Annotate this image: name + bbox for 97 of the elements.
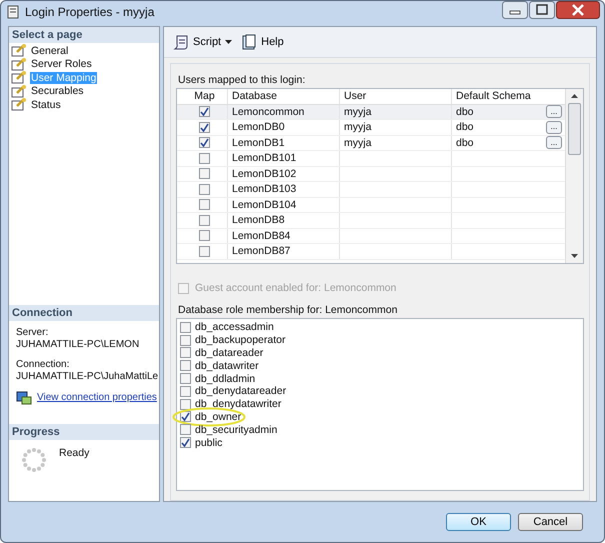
guest-label: Guest account enabled for: Lemoncommon — [195, 282, 396, 294]
role-label: db_denydatareader — [195, 385, 286, 398]
column-header[interactable]: User — [339, 89, 451, 104]
window-icon — [7, 4, 19, 18]
server-label: Server: — [16, 326, 50, 339]
database-cell: LemonDB102 — [232, 168, 296, 180]
wrench-page-icon — [11, 71, 27, 84]
wrench-page-icon — [11, 98, 27, 112]
connection-properties-link[interactable]: View connection properties — [37, 392, 157, 404]
database-cell: LemonDB103 — [232, 183, 296, 196]
section-header: Connection — [9, 304, 159, 321]
page-item[interactable]: Securables — [30, 85, 85, 98]
role-label: db_ddladmin — [195, 372, 256, 385]
cancel-button[interactable]: Cancel — [518, 513, 583, 531]
map-checkbox[interactable] — [199, 214, 210, 226]
properties-icon — [16, 390, 32, 405]
browse-button[interactable]: ... — [546, 120, 562, 134]
map-checkbox[interactable] — [199, 199, 210, 210]
page-item[interactable]: Status — [30, 98, 62, 111]
role-checkbox[interactable] — [180, 322, 191, 333]
wrench-page-icon — [11, 44, 27, 58]
page-item[interactable]: General — [30, 44, 70, 57]
script-icon — [173, 34, 189, 50]
map-checkbox[interactable] — [199, 106, 210, 118]
map-checkbox[interactable] — [199, 168, 210, 180]
help-book-icon — [242, 34, 258, 50]
map-checkbox[interactable] — [199, 246, 210, 257]
table-row[interactable]: LemonDB8 — [177, 213, 565, 228]
page-item[interactable]: Server Roles — [30, 58, 93, 70]
table-row[interactable]: LemonDB1 myyja dbo ... — [177, 136, 565, 151]
scrollbar-thumb[interactable] — [568, 103, 581, 155]
users-mapped-label: Users mapped to this login: — [178, 74, 306, 86]
schema-cell: dbo — [456, 106, 474, 118]
role-checkbox[interactable] — [180, 424, 191, 436]
role-checkbox[interactable] — [180, 334, 191, 346]
wrench-page-icon — [11, 58, 27, 71]
user-cell: myyja — [344, 136, 372, 149]
map-checkbox[interactable] — [199, 137, 210, 148]
table-row[interactable]: LemonDB102 — [177, 166, 565, 182]
role-label: db_denydatawriter — [195, 398, 282, 410]
role-label: db_accessadmin — [195, 321, 274, 334]
database-cell: LemonDB0 — [232, 121, 285, 134]
database-cell: LemonDB87 — [232, 245, 290, 258]
role-label: db_backupoperator — [195, 334, 286, 346]
role-checkbox[interactable] — [180, 398, 191, 410]
database-cell: LemonDB101 — [232, 152, 296, 164]
database-cell: LemonDB84 — [232, 230, 290, 242]
section-header: Select a page — [9, 27, 159, 43]
browse-button[interactable]: ... — [546, 136, 562, 150]
table-row[interactable]: LemonDB104 — [177, 198, 565, 213]
column-header[interactable]: Database — [227, 89, 339, 104]
map-checkbox[interactable] — [199, 152, 210, 164]
dropdown-caret-icon — [225, 40, 232, 44]
window-title: Login Properties - myyja — [25, 4, 154, 18]
database-cell: LemonDB8 — [232, 214, 285, 226]
server-value: JUHAMATTILE-PC\LEMON — [16, 338, 140, 351]
role-label: db_owner — [195, 410, 242, 423]
schema-cell: dbo — [456, 136, 474, 149]
table-row[interactable]: Lemoncommon myyja dbo ... — [177, 104, 565, 120]
database-cell: LemonDB1 — [232, 136, 285, 149]
database-cell: LemonDB104 — [232, 198, 296, 211]
role-label: db_securityadmin — [195, 424, 278, 436]
browse-button[interactable]: ... — [546, 105, 562, 118]
progress-spinner-icon — [21, 446, 47, 473]
role-label: db_datawriter — [195, 360, 259, 372]
section-header: Progress — [9, 424, 159, 440]
wrench-page-icon — [11, 84, 27, 98]
script-button[interactable]: Script — [170, 31, 236, 53]
minimize-icon[interactable] — [502, 1, 528, 19]
table-row[interactable]: LemonDB101 — [177, 151, 565, 166]
table-row[interactable]: LemonDB103 — [177, 182, 565, 198]
role-checkbox[interactable] — [180, 360, 191, 372]
progress-status: Ready — [59, 446, 90, 461]
help-button[interactable]: Help — [239, 31, 287, 53]
close-icon[interactable] — [556, 1, 600, 19]
map-checkbox[interactable] — [199, 122, 210, 133]
map-checkbox[interactable] — [199, 184, 210, 195]
role-checkbox[interactable] — [180, 437, 191, 448]
maximize-icon[interactable] — [529, 1, 555, 19]
connection-label: Connection: — [16, 358, 70, 371]
role-checkbox[interactable] — [180, 373, 191, 384]
table-row[interactable]: LemonDB0 myyja dbo ... — [177, 120, 565, 136]
ok-button[interactable]: OK — [446, 513, 511, 531]
role-label: db_datareader — [195, 346, 264, 359]
role-membership-label: Database role membership for: Lemoncommon — [178, 304, 398, 316]
map-checkbox[interactable] — [199, 230, 210, 242]
role-checkbox[interactable] — [180, 347, 191, 358]
table-row[interactable]: LemonDB87 — [177, 244, 565, 260]
role-label: public — [195, 436, 222, 449]
table-row[interactable]: LemonDB84 — [177, 228, 565, 244]
user-cell: myyja — [344, 121, 372, 134]
vertical-scrollbar[interactable] — [565, 89, 583, 263]
schema-cell: dbo — [456, 121, 474, 134]
user-cell: myyja — [344, 106, 372, 118]
column-header[interactable]: Map — [177, 90, 227, 102]
role-checkbox[interactable] — [180, 386, 191, 397]
database-cell: Lemoncommon — [232, 106, 304, 118]
